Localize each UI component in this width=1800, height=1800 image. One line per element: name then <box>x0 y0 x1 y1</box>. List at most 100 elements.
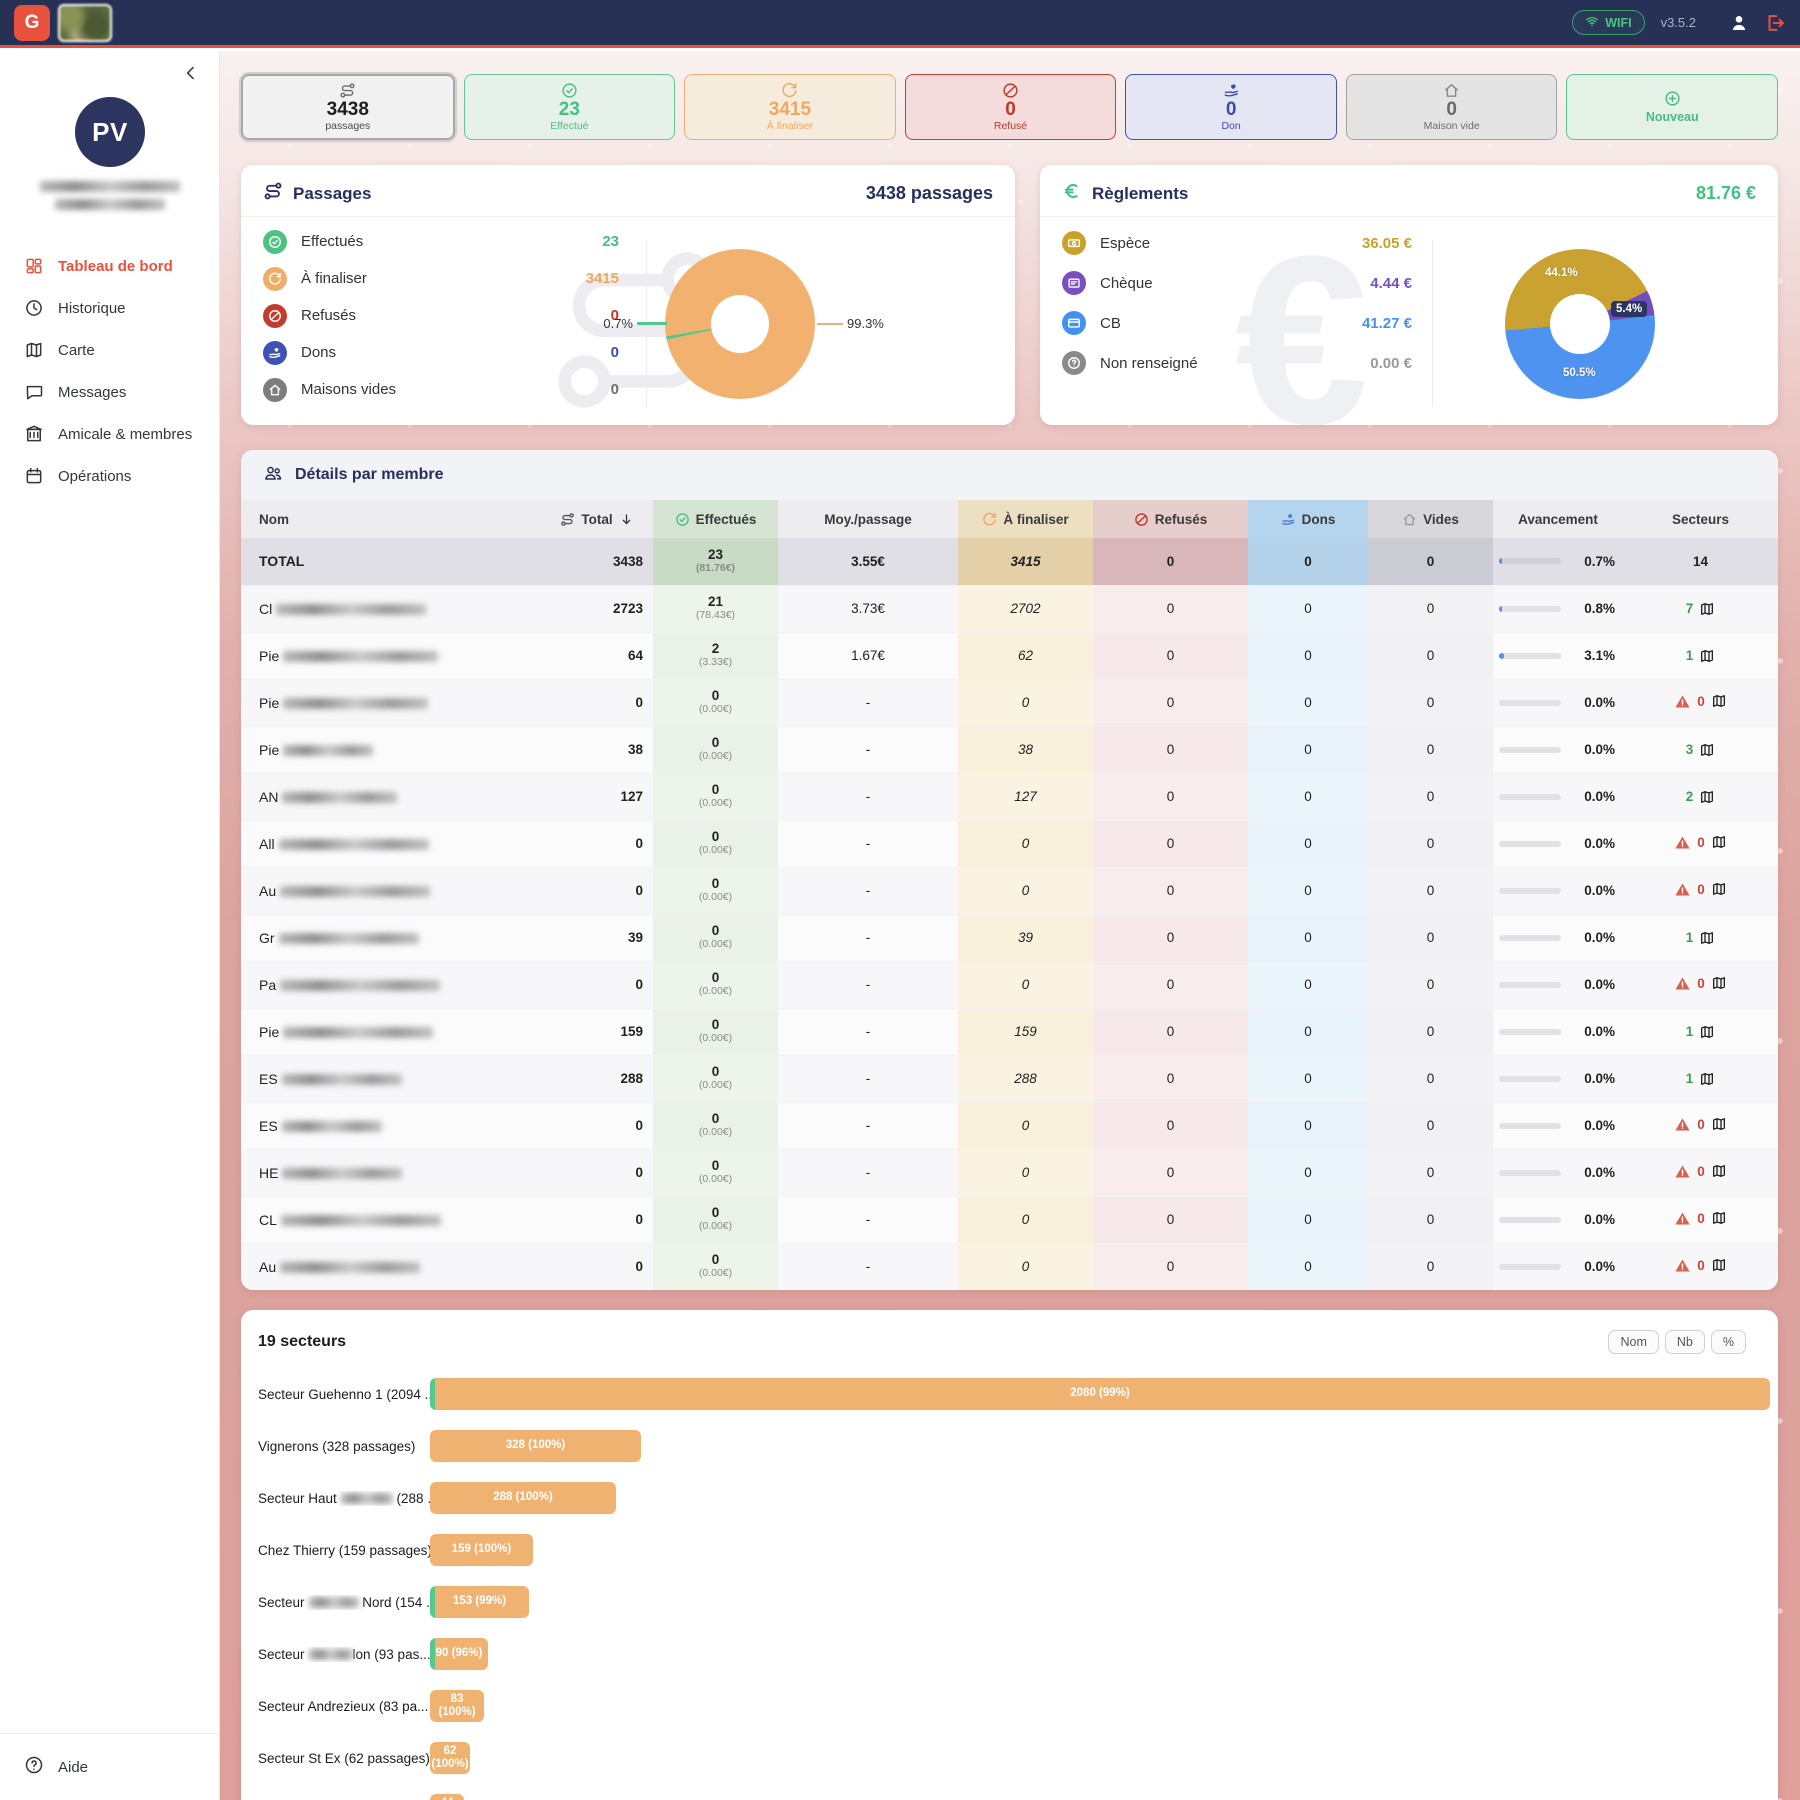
member-row[interactable]: Au00(0.00€)-00000.0%0 <box>241 867 1778 914</box>
route-icon <box>263 181 283 201</box>
breakdown-row: À finaliser3415 <box>241 260 619 297</box>
cell-secteurs: 14 <box>1623 538 1778 585</box>
column-header-ref[interactable]: Refusés <box>1093 500 1248 538</box>
stat-card-maison-vide[interactable]: 0Maison vide <box>1346 74 1558 140</box>
member-row[interactable]: Pie00(0.00€)-00000.0%0 <box>241 679 1778 726</box>
member-row[interactable]: CL00(0.00€)-00000.0%0 <box>241 1196 1778 1243</box>
sector-bar[interactable]: 288 (100%) <box>430 1482 616 1514</box>
stat-card-nouveau[interactable]: Nouveau <box>1566 74 1778 140</box>
cell-dons: 0 <box>1248 679 1368 726</box>
breakdown-row: Espèce36.05 € <box>1040 223 1412 263</box>
sector-bar[interactable]: 159 (100%) <box>430 1534 533 1566</box>
sidebar-item-historique[interactable]: Historique <box>0 287 219 329</box>
cell-moyenne: - <box>778 1102 958 1149</box>
column-header-eff[interactable]: Effectués <box>653 500 778 538</box>
member-row[interactable]: ES2880(0.00€)-2880000.0%1 <box>241 1055 1778 1102</box>
sort-button-pct[interactable]: % <box>1711 1330 1746 1354</box>
member-name: Cl <box>259 601 272 617</box>
progress-percent: 0.7% <box>1571 554 1615 569</box>
map-icon <box>1699 601 1715 617</box>
cell-moyenne: - <box>778 679 958 726</box>
stat-card-a-finaliser[interactable]: 3415À finaliser <box>684 74 896 140</box>
cell-total: 159 <box>541 1008 653 1055</box>
progress-bar <box>1499 1217 1561 1223</box>
leader-line <box>637 322 667 325</box>
column-header-moy[interactable]: Moy./passage <box>778 500 958 538</box>
breakdown-row: Effectués23 <box>241 223 619 260</box>
total-row[interactable]: TOTAL343823(81.76€)3.55€34150000.7%14 <box>241 538 1778 585</box>
breakdown-row: CB41.27 € <box>1040 303 1412 343</box>
sidebar-item-operations[interactable]: Opérations <box>0 455 219 497</box>
sidebar-item-messages[interactable]: Messages <box>0 371 219 413</box>
app-logo[interactable]: G <box>14 5 50 41</box>
cell-total: 0 <box>541 867 653 914</box>
avatar[interactable]: PV <box>75 97 145 167</box>
cheque-icon <box>1067 276 1081 290</box>
member-row[interactable]: Gr390(0.00€)-390000.0%1 <box>241 914 1778 961</box>
sector-bar[interactable]: 2080 (99%) <box>430 1378 1770 1410</box>
sidebar-collapse-button[interactable] <box>181 63 203 85</box>
member-row[interactable]: Pa00(0.00€)-00000.0%0 <box>241 961 1778 1008</box>
member-row[interactable]: ES00(0.00€)-00000.0%0 <box>241 1102 1778 1149</box>
column-header-label: Avancement <box>1518 512 1598 527</box>
app-root: G WIFI v3.5.2 PV Tableau de bordHistoriq… <box>0 0 1800 1800</box>
logout-icon[interactable] <box>1764 12 1786 34</box>
map-icon <box>1711 693 1727 709</box>
sector-bar[interactable]: 328 (100%) <box>430 1430 641 1462</box>
donut-slice-label: 50.5% <box>1563 367 1596 379</box>
sector-label: Secteur St Ex (62 passages) <box>258 1751 430 1766</box>
member-row[interactable]: Cl272321(78.43€)3.73€27020000.8%7 <box>241 585 1778 632</box>
stat-card-refuse[interactable]: 0Refusé <box>905 74 1117 140</box>
cell-vides: 0 <box>1368 726 1493 773</box>
column-header-dons[interactable]: Dons <box>1248 500 1368 538</box>
passages-card-title: Passages <box>293 184 371 204</box>
breakdown-label: Refusés <box>301 307 356 324</box>
sector-bar[interactable]: 83 (100%) <box>430 1690 484 1722</box>
stat-card-don[interactable]: 0Don <box>1125 74 1337 140</box>
sector-bar[interactable]: 153 (99%) <box>430 1586 529 1618</box>
member-row[interactable]: HE00(0.00€)-00000.0%0 <box>241 1149 1778 1196</box>
column-header-nom[interactable]: Nom <box>241 500 541 538</box>
wifi-label: WIFI <box>1605 16 1631 30</box>
member-name: ES <box>259 1118 278 1134</box>
progress-percent: 0.0% <box>1571 1071 1615 1086</box>
column-header-sect[interactable]: Secteurs <box>1623 500 1778 538</box>
stat-card-passages[interactable]: 3438passages <box>241 74 455 140</box>
member-row[interactable]: Pie380(0.00€)-380000.0%3 <box>241 726 1778 773</box>
member-row[interactable]: Au00(0.00€)-00000.0%0 <box>241 1243 1778 1290</box>
sidebar-item-tableau-de-bord[interactable]: Tableau de bord <box>0 245 219 287</box>
member-row[interactable]: Pie1590(0.00€)-1590000.0%1 <box>241 1008 1778 1055</box>
sort-button-nb[interactable]: Nb <box>1665 1330 1705 1354</box>
member-row[interactable]: AN1270(0.00€)-1270000.0%2 <box>241 773 1778 820</box>
sectors-count: 1 <box>1686 648 1694 663</box>
sector-bar[interactable]: 90 (96%) <box>430 1638 488 1670</box>
sort-button-nom[interactable]: Nom <box>1608 1330 1658 1354</box>
cell-total: 0 <box>541 961 653 1008</box>
warning-icon <box>1674 693 1691 710</box>
warning-icon <box>1674 1257 1691 1274</box>
sector-bar[interactable]: 44 (1 <box>430 1794 464 1800</box>
sidebar-item-aide[interactable]: Aide <box>0 1752 219 1782</box>
leader-line <box>817 323 843 325</box>
map-icon <box>24 340 44 360</box>
sector-bar[interactable]: 62 (100%) <box>430 1742 470 1774</box>
cell-refuses: 0 <box>1093 867 1248 914</box>
user-icon[interactable] <box>1728 12 1750 34</box>
cell-effectues: 0(0.00€) <box>653 1149 778 1196</box>
cell-a-finaliser: 0 <box>958 867 1093 914</box>
cell-moyenne: - <box>778 726 958 773</box>
column-header-afin[interactable]: À finaliser <box>958 500 1093 538</box>
member-row[interactable]: All00(0.00€)-00000.0%0 <box>241 820 1778 867</box>
stat-card-effectue[interactable]: 23Effectué <box>464 74 676 140</box>
breakdown-row: Chèque4.44 € <box>1040 263 1412 303</box>
cell-effectues: 21(78.43€) <box>653 585 778 632</box>
table-body: TOTAL343823(81.76€)3.55€34150000.7%14Cl2… <box>241 538 1778 1290</box>
member-row[interactable]: Pie642(3.33€)1.67€620003.1%1 <box>241 632 1778 679</box>
column-header-vides[interactable]: Vides <box>1368 500 1493 538</box>
organization-photo[interactable] <box>58 4 112 42</box>
column-header-total[interactable]: Total <box>541 500 653 538</box>
members-table-card: Détails par membre NomTotalEffectuésMoy.… <box>241 450 1778 1290</box>
sidebar-item-carte[interactable]: Carte <box>0 329 219 371</box>
column-header-av[interactable]: Avancement <box>1493 500 1623 538</box>
sidebar-item-amicale-membres[interactable]: Amicale & membres <box>0 413 219 455</box>
